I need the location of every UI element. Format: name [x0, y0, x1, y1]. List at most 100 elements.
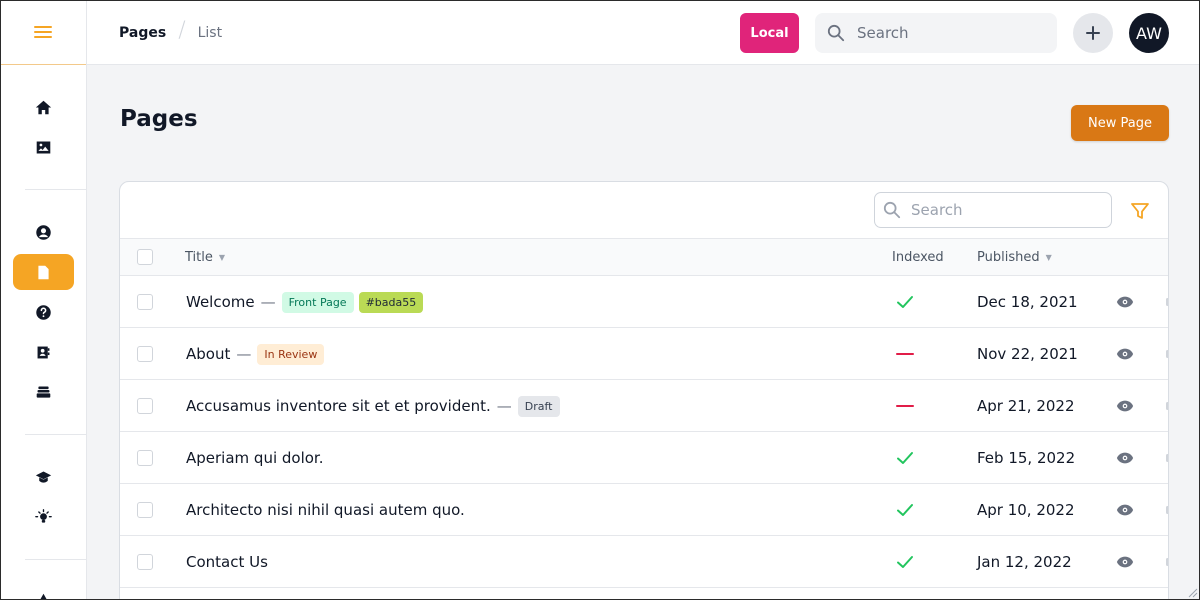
- row-checkbox[interactable]: [137, 294, 153, 310]
- triangle-icon: [39, 593, 48, 600]
- sidebar-item-media[interactable]: [13, 129, 74, 165]
- graduation-cap-icon: [35, 471, 52, 483]
- sidebar-item-contacts[interactable]: [13, 334, 74, 370]
- row-actions-handle[interactable]: [1166, 506, 1168, 514]
- column-published[interactable]: Published ▼: [977, 250, 1052, 265]
- address-book-icon: [37, 346, 50, 358]
- row-checkbox[interactable]: [137, 502, 153, 518]
- avatar[interactable]: AW: [1129, 13, 1169, 53]
- breadcrumb: Pages / List: [119, 18, 223, 43]
- check-icon: [897, 452, 913, 464]
- new-page-button[interactable]: New Page: [1071, 105, 1169, 141]
- menu-toggle[interactable]: [0, 0, 86, 65]
- row-checkbox[interactable]: [137, 346, 153, 362]
- create-button[interactable]: [1073, 13, 1113, 53]
- title-separator: —: [236, 345, 252, 363]
- row-published-date: Feb 15, 2022: [977, 449, 1076, 467]
- table-row[interactable]: Architecto nisi nihil quasi autem quo. A…: [120, 484, 1168, 536]
- minus-icon: [896, 353, 914, 355]
- row-published-date: Apr 10, 2022: [977, 501, 1075, 519]
- row-title[interactable]: Aperiam qui dolor.: [186, 449, 323, 467]
- check-icon: [897, 556, 913, 568]
- help-icon: [36, 304, 51, 320]
- column-title-label: Title: [185, 250, 213, 265]
- table-search-input[interactable]: [911, 201, 1101, 219]
- row-title[interactable]: About: [186, 345, 230, 363]
- row-title-cell[interactable]: Aperiam qui dolor.: [186, 432, 323, 484]
- row-title[interactable]: Architecto nisi nihil quasi autem quo.: [186, 501, 465, 519]
- image-icon: [36, 141, 51, 153]
- search-icon: [883, 201, 901, 219]
- row-published-date: Dec 18, 2021: [977, 293, 1078, 311]
- select-all-checkbox[interactable]: [137, 249, 153, 265]
- page-title: Pages: [120, 106, 198, 132]
- row-checkbox[interactable]: [137, 450, 153, 466]
- sidebar-item-ideas[interactable]: [13, 499, 74, 535]
- row-actions-handle[interactable]: [1166, 402, 1168, 410]
- plus-icon: [1086, 26, 1100, 40]
- table-row[interactable]: Contact Us Jan 12, 2022: [120, 536, 1168, 588]
- document-icon: [38, 265, 49, 279]
- eye-icon[interactable]: [1116, 554, 1134, 570]
- local-environment-button[interactable]: Local: [740, 13, 799, 53]
- sidebar-item-home[interactable]: [13, 89, 74, 125]
- row-published-date: Nov 22, 2021: [977, 345, 1078, 363]
- row-published-date: Jan 12, 2022: [977, 553, 1072, 571]
- stack-icon: [36, 386, 51, 398]
- status-badge: Front Page: [281, 291, 354, 313]
- table-row[interactable]: Accusamus inventore sit et et provident.…: [120, 380, 1168, 432]
- row-title-cell[interactable]: Architecto nisi nihil quasi autem quo.: [186, 484, 465, 536]
- home-icon: [35, 100, 52, 114]
- row-checkbox[interactable]: [137, 398, 153, 414]
- row-title[interactable]: Contact Us: [186, 553, 268, 571]
- row-title-cell[interactable]: Accusamus inventore sit et et provident.…: [186, 380, 560, 432]
- user-icon: [36, 224, 51, 240]
- eye-icon[interactable]: [1116, 398, 1134, 414]
- row-actions-handle[interactable]: [1166, 298, 1168, 306]
- row-checkbox[interactable]: [137, 554, 153, 570]
- column-title[interactable]: Title ▼: [185, 250, 225, 265]
- sidebar-item-help[interactable]: [13, 294, 74, 330]
- lightbulb-icon: [35, 508, 52, 523]
- sidebar-item-collections[interactable]: [13, 374, 74, 410]
- search-icon: [827, 24, 845, 42]
- row-actions-handle[interactable]: [1166, 454, 1168, 462]
- eye-icon[interactable]: [1116, 450, 1134, 466]
- row-title-cell[interactable]: About — In Review: [186, 328, 325, 380]
- global-search-input[interactable]: [857, 24, 1037, 42]
- sidebar-item-pages[interactable]: [13, 254, 74, 290]
- column-indexed-label: Indexed: [892, 250, 944, 265]
- breadcrumb-pages[interactable]: Pages: [119, 25, 166, 41]
- table-row[interactable]: About — In Review Nov 22, 2021: [120, 328, 1168, 380]
- row-title-cell[interactable]: Welcome — Front Page #bada55: [186, 276, 424, 328]
- top-header: Pages / List Local AW: [87, 0, 1200, 65]
- sort-caret-icon: ▼: [218, 253, 226, 262]
- table-row[interactable]: Aperiam qui dolor. Feb 15, 2022: [120, 432, 1168, 484]
- row-title-cell[interactable]: Contact Us: [186, 536, 268, 588]
- sidebar: [0, 0, 87, 600]
- status-badge: #bada55: [358, 291, 424, 313]
- resize-grip-icon[interactable]: [1188, 588, 1198, 598]
- sidebar-item-alerts[interactable]: [13, 582, 74, 600]
- eye-icon[interactable]: [1116, 346, 1134, 362]
- breadcrumb-list: List: [197, 24, 223, 41]
- global-search[interactable]: [815, 13, 1057, 53]
- row-title[interactable]: Welcome: [186, 293, 255, 311]
- check-icon: [897, 504, 913, 516]
- table-header: Title ▼ Indexed Published ▼: [120, 238, 1168, 276]
- check-icon: [897, 296, 913, 308]
- sidebar-item-users[interactable]: [13, 214, 74, 250]
- filter-icon[interactable]: [1130, 201, 1150, 221]
- breadcrumb-separator: /: [178, 18, 186, 43]
- eye-icon[interactable]: [1116, 294, 1134, 310]
- sidebar-item-learn[interactable]: [13, 459, 74, 495]
- minus-icon: [896, 405, 914, 407]
- table-search[interactable]: [874, 192, 1112, 228]
- row-title[interactable]: Accusamus inventore sit et et provident.: [186, 397, 491, 415]
- eye-icon[interactable]: [1116, 502, 1134, 518]
- row-actions-handle[interactable]: [1166, 558, 1168, 566]
- menu-icon: [34, 26, 52, 38]
- title-separator: —: [260, 293, 276, 311]
- table-row[interactable]: Welcome — Front Page #bada55 Dec 18, 2021: [120, 276, 1168, 328]
- row-actions-handle[interactable]: [1166, 350, 1168, 358]
